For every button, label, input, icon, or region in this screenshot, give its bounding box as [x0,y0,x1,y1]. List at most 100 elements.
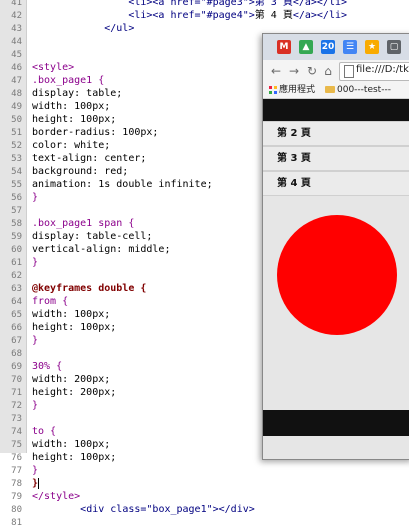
page-icon [344,65,354,78]
code-token: width: 100px; [32,101,111,112]
code-line[interactable]: 77} [0,464,38,477]
code-token: </ul> [104,23,135,34]
tab-strip[interactable]: M▲20☰★▢◉ [263,34,409,60]
code-line[interactable]: 65 width: 100px; [0,308,110,321]
home-icon[interactable]: ⌂ [321,63,335,79]
code-token: height: 100px; [32,322,117,333]
code-token: </a></li> [292,10,348,21]
code-token: </style> [32,491,81,502]
status-bar [263,436,409,459]
code-line[interactable]: 73 [0,412,32,425]
bookmark-apps[interactable]: 應用程式 [269,82,315,98]
code-line[interactable]: 41 <li><a href="#page3">第 3 頁</a></li> [0,0,347,9]
code-token: text-align: center; [32,153,147,164]
code-line[interactable]: 79 </style> [0,490,80,503]
code-line[interactable]: 61} [0,256,38,269]
code-line[interactable]: 58 .box_page1 span { [0,217,134,230]
code-line[interactable]: 75 width: 100px; [0,438,110,451]
animated-red-circle [277,215,397,335]
code-token: } [32,257,39,268]
code-line[interactable]: 62 [0,269,32,282]
forward-icon[interactable]: → [287,63,301,79]
back-icon[interactable]: ← [269,63,283,79]
code-line[interactable]: 44 [0,35,32,48]
code-line[interactable]: 56} [0,191,38,204]
code-token: display: table; [32,88,123,99]
code-token: display: table-cell; [32,231,153,242]
code-line[interactable]: 50 height: 100px; [0,113,116,126]
code-token: <li><a href="#page3">第 3 頁</a></li> [128,0,348,8]
code-line[interactable]: 59 display: table-cell; [0,230,152,243]
code-line[interactable]: 43 </ul> [0,22,134,35]
code-line[interactable]: 57 [0,204,32,217]
code-line[interactable]: 64 from { [0,295,68,308]
code-line[interactable]: 67} [0,334,38,347]
code-token: .box_page1 { [32,75,105,86]
code-token: to { [32,426,57,437]
code-token: animation: 1s double infinite; [32,179,213,190]
code-token: width: 100px; [32,439,111,450]
code-line[interactable]: 68 [0,347,32,360]
code-token: } [32,400,39,411]
code-line[interactable]: 47 .box_page1 { [0,74,104,87]
code-line[interactable]: 53 text-align: center; [0,152,146,165]
apps-grid-icon [269,85,277,94]
code-line[interactable]: 42 <li><a href="#page4">第 4 頁</a></li> [0,9,347,22]
tab-20-icon[interactable]: 20 [321,40,335,54]
code-line[interactable]: 69 30% { [0,360,62,373]
code-line[interactable]: 51 border-radius: 100px; [0,126,158,139]
code-line[interactable]: 46 <style> [0,61,74,74]
nav-item-page3[interactable]: 第 3 頁 [263,146,409,171]
code-line[interactable]: 49 width: 100px; [0,100,110,113]
code-token: } [32,335,39,346]
code-line[interactable]: 45 [0,48,32,61]
code-line[interactable]: 71 height: 200px; [0,386,116,399]
code-line[interactable]: 48 display: table; [0,87,122,100]
code-line[interactable]: 78} [0,477,40,490]
favorite-tab-icon[interactable]: ★ [365,40,379,54]
code-line[interactable]: 70 width: 200px; [0,373,110,386]
url-text[interactable]: file:///D:/tku [356,64,409,75]
page-footer-bar [263,410,409,436]
line-number: 81 [11,518,22,528]
drive-tab-icon[interactable]: ▲ [299,40,313,54]
doc-tab-icon[interactable]: ☰ [343,40,357,54]
code-line[interactable]: 81 [0,516,32,529]
address-bar[interactable]: file:///D:/tku [339,62,409,81]
bookmarks-bar: 應用程式 000---test--- [263,82,409,99]
browser-toolbar: ← → ↻ ⌂ file:///D:/tku [263,60,409,82]
code-token: <li><a href="#page4"> [128,10,255,21]
nav-item-label: 第 3 頁 [277,153,311,164]
app-tab-icon[interactable]: ▢ [387,40,401,54]
page-header-bar [263,99,409,121]
code-token: vertical-align: middle; [32,244,171,255]
code-token: } [32,192,39,203]
code-token: width: 100px; [32,309,111,320]
code-token: } [32,465,39,476]
code-token: 30% { [32,361,63,372]
code-line[interactable]: 52 color: white; [0,139,110,152]
code-token: height: 100px; [32,114,117,125]
code-token: height: 200px; [32,387,117,398]
code-line[interactable]: 63 @keyframes double { [0,282,146,295]
nav-item-page4[interactable]: 第 4 頁 [263,171,409,196]
reload-icon[interactable]: ↻ [305,63,319,79]
bookmark-folder-label: 000---test--- [337,85,391,95]
code-line[interactable]: 55 animation: 1s double infinite; [0,178,213,191]
gmail-tab-icon[interactable]: M [277,40,291,54]
code-token: width: 200px; [32,374,111,385]
code-token: background: red; [32,166,129,177]
browser-window[interactable]: M▲20☰★▢◉ ← → ↻ ⌂ file:///D:/tku 應用程式 000… [262,33,409,460]
code-line[interactable]: 66 height: 100px; [0,321,116,334]
code-line[interactable]: 72} [0,399,38,412]
bookmark-folder[interactable]: 000---test--- [325,82,391,98]
code-line[interactable]: 54 background: red; [0,165,128,178]
code-line[interactable]: 60 vertical-align: middle; [0,243,170,256]
nav-item-page2[interactable]: 第 2 頁 [263,121,409,146]
code-token: from { [32,296,69,307]
code-line[interactable]: 80 <div class="box_page1"></div> [0,503,255,516]
code-line[interactable]: 74 to { [0,425,56,438]
